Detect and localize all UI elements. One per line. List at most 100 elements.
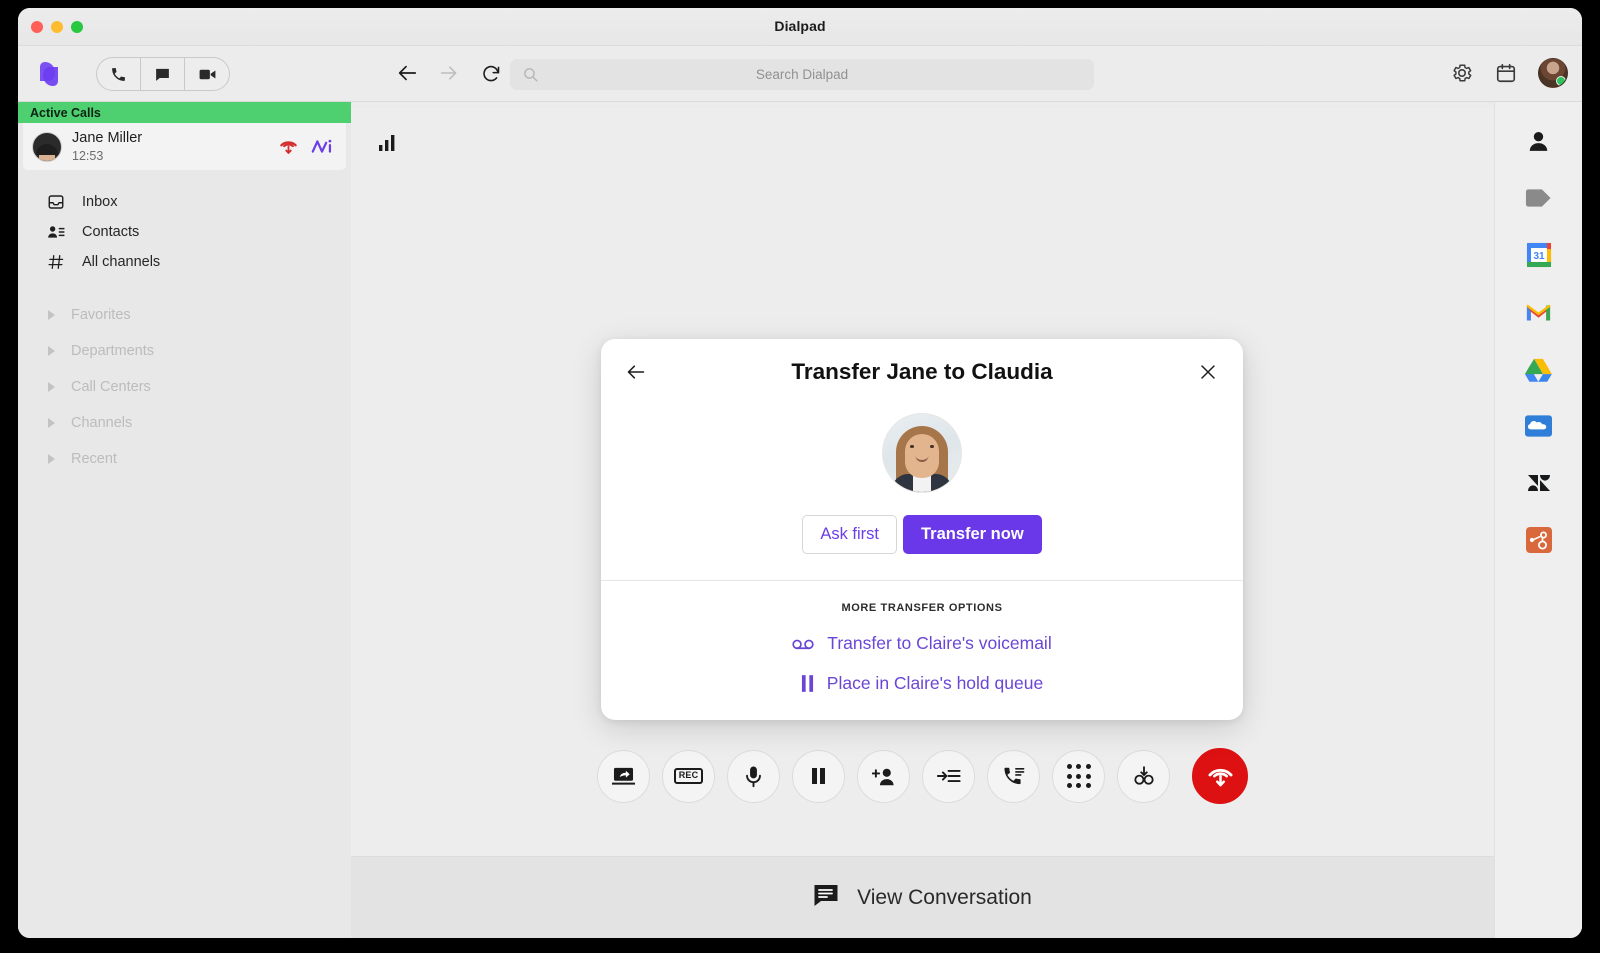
calendar-button[interactable] bbox=[1494, 61, 1518, 85]
hold-button[interactable] bbox=[792, 750, 845, 803]
modal-header: Transfer Jane to Claudia bbox=[601, 339, 1243, 405]
view-conversation-bar[interactable]: View Conversation bbox=[351, 856, 1494, 938]
svg-text:31: 31 bbox=[1533, 251, 1545, 262]
google-drive-icon bbox=[1525, 357, 1552, 382]
active-call-name: Jane Miller bbox=[72, 130, 278, 147]
integrations-rail: 31 bbox=[1494, 102, 1582, 938]
forward-button[interactable] bbox=[436, 60, 462, 86]
rail-item-contact-profile[interactable] bbox=[1522, 124, 1556, 158]
phone-tab[interactable] bbox=[97, 58, 141, 90]
toolbar-right-icons bbox=[1450, 58, 1568, 88]
forward-arrow-icon bbox=[439, 63, 459, 83]
rail-item-zendesk[interactable] bbox=[1522, 466, 1556, 500]
screen-share-button[interactable] bbox=[597, 750, 650, 803]
add-person-icon bbox=[872, 766, 896, 787]
search-icon bbox=[522, 66, 539, 88]
contacts-icon bbox=[47, 223, 65, 241]
tag-icon bbox=[1525, 188, 1552, 208]
sidebar-group-channels[interactable]: Channels bbox=[18, 405, 351, 441]
chevron-right-icon bbox=[48, 310, 55, 320]
microphone-icon bbox=[744, 765, 763, 788]
sidebar-item-contacts[interactable]: Contacts bbox=[18, 217, 351, 247]
reload-icon bbox=[481, 63, 502, 84]
transfer-to-voicemail-option[interactable]: Transfer to Claire's voicemail bbox=[601, 633, 1243, 654]
call-options-button[interactable] bbox=[987, 750, 1040, 803]
add-participant-button[interactable] bbox=[857, 750, 910, 803]
more-transfer-options: MORE TRANSFER OPTIONS Transfer to Claire… bbox=[601, 581, 1243, 720]
rail-item-google-drive[interactable] bbox=[1522, 352, 1556, 386]
sidebar-group-recent[interactable]: Recent bbox=[18, 441, 351, 477]
salesforce-icon bbox=[1525, 415, 1552, 437]
browser-nav bbox=[394, 60, 504, 86]
chevron-right-icon bbox=[48, 418, 55, 428]
transfer-now-button[interactable]: Transfer now bbox=[903, 515, 1042, 554]
sidebar-nav: Inbox Contacts bbox=[18, 187, 351, 277]
ask-first-button[interactable]: Ask first bbox=[802, 515, 897, 554]
sidebar-group-label: Departments bbox=[71, 343, 154, 359]
rail-item-google-calendar[interactable]: 31 bbox=[1522, 238, 1556, 272]
reload-button[interactable] bbox=[478, 60, 504, 86]
sidebar-group-label: Channels bbox=[71, 415, 132, 431]
rail-item-salesforce[interactable] bbox=[1522, 409, 1556, 443]
close-icon bbox=[1199, 363, 1217, 381]
transfer-modal: Transfer Jane to Claudia bbox=[601, 339, 1243, 720]
rec-icon: REC bbox=[674, 768, 704, 784]
conversation-icon bbox=[813, 883, 839, 912]
keypad-button[interactable] bbox=[1052, 750, 1105, 803]
zendesk-icon bbox=[1526, 471, 1552, 495]
modal-back-button[interactable] bbox=[621, 357, 651, 387]
settings-button[interactable] bbox=[1450, 61, 1474, 85]
chevron-right-icon bbox=[48, 382, 55, 392]
dialpad-logo bbox=[30, 55, 68, 93]
modal-title: Transfer Jane to Claudia bbox=[791, 359, 1052, 385]
record-button[interactable]: REC bbox=[662, 750, 715, 803]
hash-icon bbox=[47, 253, 65, 271]
sidebar-item-inbox[interactable]: Inbox bbox=[18, 187, 351, 217]
active-call-actions bbox=[278, 136, 334, 157]
call-hold-icon[interactable] bbox=[278, 136, 299, 157]
search-input[interactable]: Search Dialpad bbox=[510, 59, 1094, 90]
park-call-button[interactable] bbox=[1117, 750, 1170, 803]
sidebar-item-label: Inbox bbox=[82, 194, 117, 210]
rail-item-tag[interactable] bbox=[1522, 181, 1556, 215]
gmail-icon bbox=[1525, 302, 1552, 323]
sidebar-group-favorites[interactable]: Favorites bbox=[18, 297, 351, 333]
end-call-button[interactable] bbox=[1192, 748, 1248, 804]
pause-icon bbox=[801, 675, 814, 692]
back-button[interactable] bbox=[394, 60, 420, 86]
hubspot-icon bbox=[1526, 527, 1552, 553]
sidebar-group-call-centers[interactable]: Call Centers bbox=[18, 369, 351, 405]
voicemail-icon bbox=[792, 637, 814, 650]
sidebar-item-all-channels[interactable]: All channels bbox=[18, 247, 351, 277]
keypad-icon bbox=[1067, 764, 1091, 788]
ai-icon[interactable] bbox=[310, 136, 334, 157]
mute-button[interactable] bbox=[727, 750, 780, 803]
call-controls: REC bbox=[351, 748, 1494, 804]
view-conversation-label: View Conversation bbox=[857, 886, 1032, 910]
account-avatar[interactable] bbox=[1538, 58, 1568, 88]
message-tab[interactable] bbox=[141, 58, 185, 90]
signal-bars-icon bbox=[377, 133, 397, 158]
sidebar-group-label: Call Centers bbox=[71, 379, 151, 395]
mode-switcher bbox=[96, 57, 230, 91]
google-calendar-icon: 31 bbox=[1526, 242, 1552, 268]
sidebar-item-label: All channels bbox=[82, 254, 160, 270]
option-label: Transfer to Claire's voicemail bbox=[827, 633, 1051, 654]
video-tab[interactable] bbox=[185, 58, 229, 90]
more-options-label: MORE TRANSFER OPTIONS bbox=[601, 602, 1243, 614]
rail-item-hubspot[interactable] bbox=[1522, 523, 1556, 557]
calendar-icon bbox=[1495, 62, 1517, 84]
chat-icon bbox=[154, 66, 171, 83]
app-body: Active Calls Jane Miller 12:53 bbox=[18, 102, 1582, 938]
rail-item-gmail[interactable] bbox=[1522, 295, 1556, 329]
search-placeholder: Search Dialpad bbox=[510, 67, 1094, 82]
place-in-hold-queue-option[interactable]: Place in Claire's hold queue bbox=[601, 673, 1243, 694]
sidebar-group-departments[interactable]: Departments bbox=[18, 333, 351, 369]
title-bar: Dialpad bbox=[18, 8, 1582, 46]
end-call-icon bbox=[1207, 764, 1234, 789]
sidebar-groups: Favorites Departments Call Centers Chann… bbox=[18, 297, 351, 477]
transfer-button[interactable] bbox=[922, 750, 975, 803]
modal-close-button[interactable] bbox=[1194, 358, 1222, 386]
active-call-item[interactable]: Jane Miller 12:53 bbox=[23, 123, 346, 170]
active-call-meta: Jane Miller 12:53 bbox=[72, 130, 278, 163]
